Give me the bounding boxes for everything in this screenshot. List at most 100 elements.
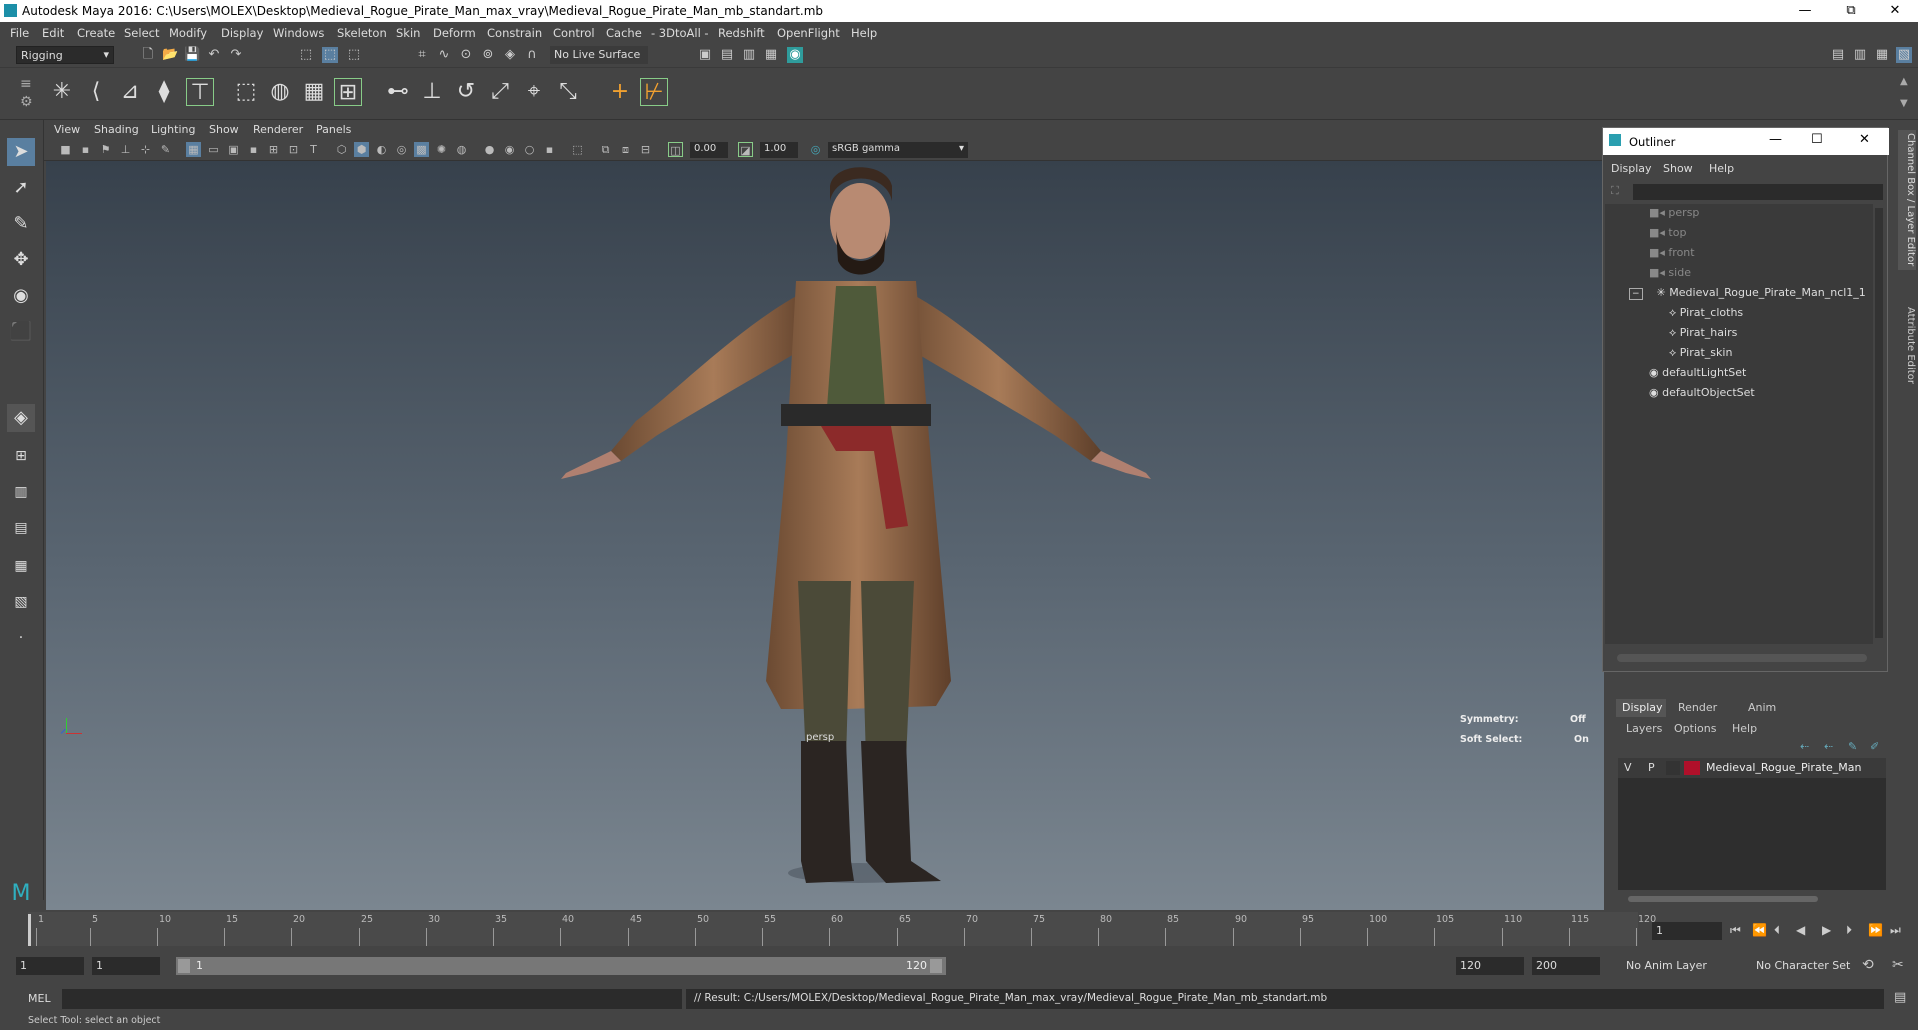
character-set-dropdown[interactable]: No Character Set: [1752, 957, 1872, 975]
range-slider-bar[interactable]: 1 120: [176, 957, 946, 975]
snap-curve-icon[interactable]: ∿: [436, 47, 452, 63]
four-view-icon[interactable]: ⊞: [7, 442, 35, 470]
hypershade-icon[interactable]: ◉: [787, 47, 803, 63]
outliner-item-top[interactable]: ■◂ top: [1649, 226, 1686, 239]
layer-hscrollbar[interactable]: [1628, 896, 1818, 902]
outliner-item-front[interactable]: ■◂ front: [1649, 246, 1695, 259]
gamma-icon[interactable]: ◪: [738, 142, 753, 157]
menu-select[interactable]: Select: [124, 26, 159, 40]
menu-redshift[interactable]: Redshift: [718, 26, 765, 40]
persp-graph-view-icon[interactable]: ▤: [7, 514, 35, 542]
lasso-tool-icon[interactable]: ➚: [7, 174, 35, 202]
menu-control[interactable]: Control: [553, 26, 595, 40]
xray-components-icon[interactable]: ⊟: [638, 142, 653, 157]
minimize-button[interactable]: —: [1784, 0, 1826, 22]
step-back-frame-icon[interactable]: ⏴: [1774, 923, 1780, 938]
smooth-shade-icon[interactable]: ⬢: [354, 142, 369, 157]
current-frame-field[interactable]: 1: [1652, 922, 1722, 940]
select-component-icon[interactable]: ⬚: [346, 47, 362, 63]
move-layer-down-icon[interactable]: ⇠: [1824, 740, 1833, 753]
outliner-menu-display[interactable]: Display: [1611, 162, 1652, 175]
new-scene-icon[interactable]: 🗋: [140, 47, 156, 63]
save-scene-icon[interactable]: 💾: [184, 47, 200, 63]
layer-menu-options[interactable]: Options: [1674, 722, 1716, 735]
shelf-gear-icon[interactable]: ⚙: [20, 94, 33, 110]
use-default-material-icon[interactable]: ◐: [374, 142, 389, 157]
go-to-end-icon[interactable]: ⏭: [1890, 923, 1901, 938]
screen-space-ao-icon[interactable]: ●: [482, 142, 497, 157]
modeling-toolkit-icon[interactable]: ▤: [1830, 47, 1846, 63]
menu-deform[interactable]: Deform: [433, 26, 476, 40]
outliner-item-group[interactable]: − ✳ Medieval_Rogue_Pirate_Man_ncl1_1: [1629, 286, 1866, 300]
channel-box-toggle-icon[interactable]: ▧: [1896, 47, 1912, 63]
layer-playback-toggle[interactable]: P: [1648, 761, 1655, 774]
outliner-hscrollbar[interactable]: [1617, 654, 1867, 662]
shelf-menu-icon[interactable]: ≡: [20, 76, 32, 92]
live-surface-field[interactable]: No Live Surface: [550, 46, 648, 64]
camera-select-icon[interactable]: ■: [58, 142, 73, 157]
exposure-icon[interactable]: ◫: [668, 142, 683, 157]
menu-modify[interactable]: Modify: [169, 26, 207, 40]
menu-cache[interactable]: Cache: [606, 26, 642, 40]
render-settings-icon[interactable]: ▣: [697, 47, 713, 63]
outliner-item-pirat-hairs[interactable]: ⟡ Pirat_hairs: [1669, 326, 1737, 340]
view-transform-dropdown[interactable]: sRGB gamma ▾: [828, 142, 968, 158]
menu-edit[interactable]: Edit: [42, 26, 64, 40]
open-scene-icon[interactable]: 📂: [162, 47, 178, 63]
insert-joint-icon[interactable]: ⟨: [82, 78, 110, 106]
rotate-tool-icon[interactable]: ◉: [7, 282, 35, 310]
redo-icon[interactable]: ↷: [228, 47, 244, 63]
tab-display[interactable]: Display: [1616, 699, 1666, 717]
play-forwards-icon[interactable]: ▶: [1822, 923, 1831, 937]
bind-skin-icon[interactable]: ◍: [266, 78, 294, 106]
single-view-icon[interactable]: ◈: [7, 404, 35, 432]
color-management-icon[interactable]: ◎: [808, 142, 823, 157]
outliner-vscrollbar[interactable]: [1875, 208, 1883, 638]
outliner-menu-show[interactable]: Show: [1663, 162, 1693, 175]
shadows-icon[interactable]: ◍: [454, 142, 469, 157]
textured-icon[interactable]: ▩: [414, 142, 429, 157]
shelf-scroll-up-icon[interactable]: ▲: [1900, 76, 1908, 87]
range-start-handle[interactable]: [178, 959, 190, 973]
panel-menu-show[interactable]: Show: [209, 123, 239, 136]
restore-button[interactable]: ⧉: [1830, 0, 1872, 22]
outliner-item-persp[interactable]: ■◂ persp: [1649, 206, 1699, 219]
menu-file[interactable]: File: [10, 26, 29, 40]
panel-menu-panels[interactable]: Panels: [316, 123, 351, 136]
outliner-maximize-icon[interactable]: ☐: [1811, 132, 1823, 147]
menu-display[interactable]: Display: [221, 26, 263, 40]
script-editor-icon[interactable]: ▤: [1894, 990, 1906, 1005]
animation-preferences-icon[interactable]: ✂: [1892, 957, 1904, 973]
use-all-lights-icon[interactable]: ✺: [434, 142, 449, 157]
snap-surface-icon[interactable]: ◈: [502, 47, 518, 63]
snap-view-icon[interactable]: ⊚: [480, 47, 496, 63]
close-button[interactable]: ✕: [1874, 0, 1916, 22]
add-icon[interactable]: +: [606, 78, 634, 106]
scale-constraint-icon[interactable]: ⤢: [486, 78, 514, 106]
layout-options-icon[interactable]: ·: [7, 624, 35, 652]
step-back-key-icon[interactable]: ⏪: [1752, 923, 1767, 937]
layer-reference-toggle[interactable]: [1666, 761, 1680, 775]
bookmark-icon[interactable]: ⚑: [98, 142, 113, 157]
new-layer-selected-icon[interactable]: ✐: [1870, 740, 1879, 753]
range-end-handle[interactable]: [930, 959, 942, 973]
menuset-dropdown[interactable]: Rigging ▾: [16, 46, 114, 64]
outliner-search-input[interactable]: [1633, 184, 1883, 200]
menu-skeleton[interactable]: Skeleton: [337, 26, 387, 40]
lattice-icon[interactable]: ▦: [300, 78, 328, 106]
go-to-start-icon[interactable]: ⏮: [1730, 923, 1741, 938]
outliner-item-default-object-set[interactable]: ◉ defaultObjectSet: [1649, 386, 1755, 399]
new-layer-icon[interactable]: ✎: [1848, 740, 1857, 753]
tab-attribute-editor[interactable]: Attribute Editor: [1898, 290, 1916, 400]
gamma-field[interactable]: 1.00: [760, 142, 798, 158]
persp-outliner-view-icon[interactable]: ▦: [7, 552, 35, 580]
select-hierarchy-icon[interactable]: ⬚: [298, 47, 314, 63]
exposure-field[interactable]: 0.00: [690, 142, 728, 158]
panel-menu-view[interactable]: View: [54, 123, 80, 136]
collapse-icon[interactable]: −: [1629, 288, 1643, 300]
motion-blur-icon[interactable]: ◉: [502, 142, 517, 157]
layer-visibility-toggle[interactable]: V: [1624, 761, 1632, 774]
attribute-editor-toggle-icon[interactable]: ▥: [1852, 47, 1868, 63]
outliner-menu-help[interactable]: Help: [1709, 162, 1734, 175]
shelf-scroll-down-icon[interactable]: ▼: [1900, 98, 1908, 109]
